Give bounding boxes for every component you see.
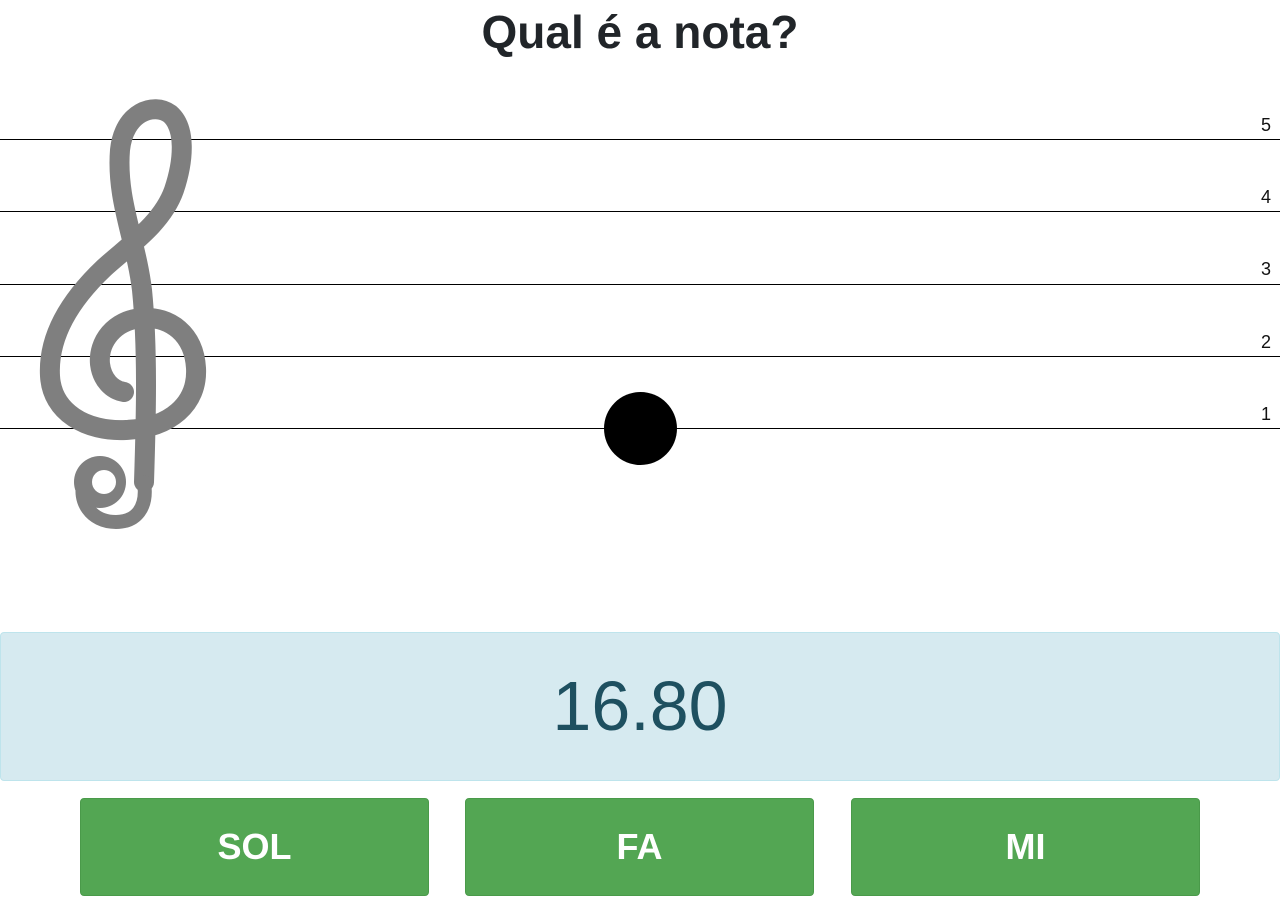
line-number-4: 4 [1260,187,1271,207]
line-number-2: 2 [1260,332,1271,352]
game-screen: Qual é a nota? 5 4 3 2 1 16.80 SOL FA MI [0,0,1280,909]
treble-clef-icon [39,99,207,529]
music-staff: 5 4 3 2 1 [0,0,1280,620]
line-number-5: 5 [1260,115,1271,135]
answer-button-sol[interactable]: SOL [80,798,429,896]
line-number-3: 3 [1260,259,1271,279]
note-head [604,392,677,465]
line-number-1: 1 [1260,404,1271,424]
timer-panel: 16.80 [0,632,1280,781]
answer-button-mi[interactable]: MI [851,798,1200,896]
timer-value: 16.80 [552,667,728,745]
answer-button-fa[interactable]: FA [465,798,814,896]
